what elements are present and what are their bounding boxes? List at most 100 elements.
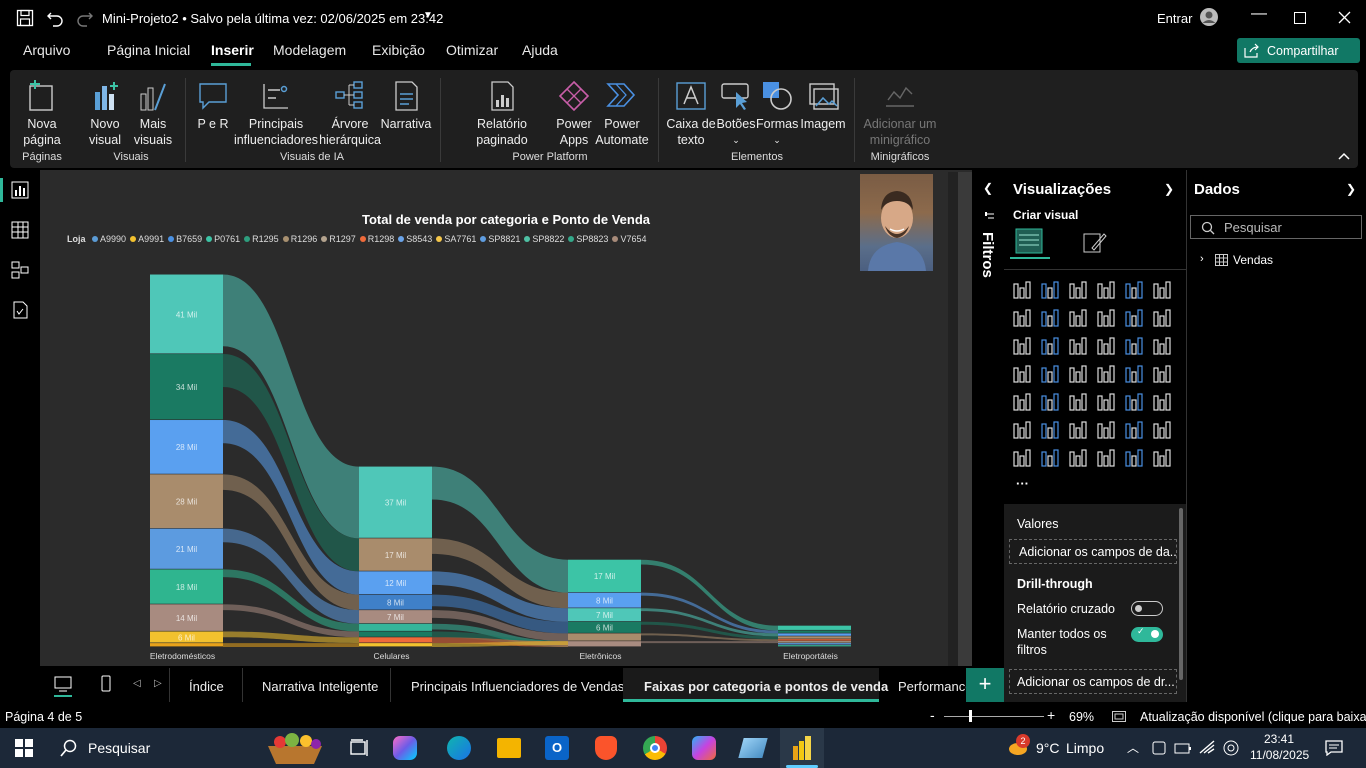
- line-chart-icon[interactable]: [1012, 308, 1032, 328]
- clock-time[interactable]: 23:41: [1264, 732, 1294, 746]
- python-visual-icon[interactable]: [1012, 420, 1032, 440]
- file-explorer-icon[interactable]: [497, 738, 521, 758]
- card-icon[interactable]: [1152, 364, 1172, 384]
- build-visual-tab[interactable]: [1010, 225, 1050, 259]
- multi-card-icon[interactable]: [1012, 392, 1032, 412]
- gauge-icon[interactable]: [1124, 364, 1144, 384]
- sankey-node-segment[interactable]: [778, 639, 851, 641]
- notifications-icon[interactable]: [1325, 740, 1343, 756]
- taskbar-search[interactable]: Pesquisar: [48, 728, 328, 768]
- slicer-icon[interactable]: [1068, 392, 1088, 412]
- power-apps-visual-icon[interactable]: [1040, 448, 1060, 468]
- qa-button[interactable]: P e R: [196, 80, 230, 132]
- sankey-node-segment[interactable]: [359, 631, 432, 637]
- tab-pagina-inicial[interactable]: Página Inicial: [107, 42, 190, 58]
- table-vendas[interactable]: › Vendas: [1200, 253, 1340, 271]
- paginated-icon[interactable]: [1012, 448, 1032, 468]
- page-tab-narrativa[interactable]: Narrativa Inteligente: [262, 679, 378, 694]
- stacked-area-icon[interactable]: [1096, 308, 1116, 328]
- azure-map-icon[interactable]: [1096, 364, 1116, 384]
- stacked-column-icon[interactable]: [1040, 280, 1060, 300]
- area-chart-icon[interactable]: [1040, 308, 1060, 328]
- vis-pane-scrollbar[interactable]: [1179, 508, 1183, 680]
- chevron-right-icon[interactable]: ❯: [1164, 182, 1174, 196]
- sankey-node-segment[interactable]: [778, 625, 851, 630]
- weather-text[interactable]: Limpo: [1066, 740, 1104, 756]
- data-search-input[interactable]: Pesquisar: [1190, 215, 1362, 239]
- windows-start-icon[interactable]: [15, 739, 33, 757]
- sankey-flow[interactable]: [223, 643, 359, 647]
- update-available-link[interactable]: Atualização disponível (clique para baix…: [1140, 710, 1366, 724]
- pie-icon[interactable]: [1096, 336, 1116, 356]
- redo-icon[interactable]: [76, 9, 94, 27]
- image-button[interactable]: Imagem: [800, 80, 846, 132]
- add-page-button[interactable]: +: [966, 668, 1004, 702]
- tab-ajuda[interactable]: Ajuda: [522, 42, 558, 58]
- weather-temp[interactable]: 9°C: [1036, 740, 1060, 756]
- outlook-icon[interactable]: O: [545, 736, 569, 760]
- power-automate-visual-icon[interactable]: [1068, 448, 1088, 468]
- format-visual-icon[interactable]: [1082, 230, 1108, 256]
- 100pct-bar-icon[interactable]: [1124, 280, 1144, 300]
- sankey-node-segment[interactable]: [359, 637, 432, 643]
- key-influencers-icon[interactable]: [1040, 420, 1060, 440]
- save-icon[interactable]: [16, 9, 34, 27]
- tab-prev-icon[interactable]: ◁: [133, 678, 141, 689]
- qa-visual-icon[interactable]: [1096, 420, 1116, 440]
- zoom-slider[interactable]: [944, 716, 1044, 717]
- line-column-icon[interactable]: [1068, 308, 1088, 328]
- buttons-button[interactable]: Botões ⌄: [716, 80, 756, 148]
- tab-exibicao[interactable]: Exibição: [372, 42, 425, 58]
- share-button[interactable]: Compartilhar: [1237, 38, 1360, 63]
- page-tab-faixas[interactable]: Faixas por categoria e pontos de venda: [644, 679, 888, 694]
- sankey-node-segment[interactable]: [778, 645, 851, 647]
- cross-report-toggle[interactable]: [1131, 601, 1163, 616]
- line-clustered-icon[interactable]: [1012, 336, 1032, 356]
- r-visual-icon[interactable]: [1152, 392, 1172, 412]
- power-apps-icon[interactable]: [1124, 448, 1144, 468]
- zoom-in-icon[interactable]: +: [1047, 707, 1055, 723]
- report-view-icon[interactable]: [11, 181, 29, 199]
- weather-widget[interactable]: 2: [1005, 734, 1030, 759]
- filters-pane-collapsed[interactable]: ❮ Filtros: [972, 170, 1004, 702]
- m365-icon[interactable]: [692, 736, 716, 760]
- page-tab-indice[interactable]: Índice: [189, 679, 224, 694]
- keep-filters-toggle[interactable]: ✓: [1131, 626, 1163, 642]
- sankey-node-segment[interactable]: [568, 641, 641, 647]
- chevron-left-icon[interactable]: ❮: [983, 181, 993, 195]
- power-automate-button[interactable]: Power Automate: [594, 80, 650, 148]
- tab-arquivo[interactable]: Arquivo: [23, 42, 70, 58]
- brave-icon[interactable]: [595, 736, 617, 760]
- zoom-level[interactable]: 69%: [1069, 710, 1094, 724]
- close-icon[interactable]: [1338, 11, 1351, 24]
- funnel-icon[interactable]: [1040, 336, 1060, 356]
- table-view-icon[interactable]: [11, 221, 29, 239]
- clustered-bar-icon[interactable]: [1068, 280, 1088, 300]
- tray-chevron-icon[interactable]: ︿: [1127, 739, 1139, 756]
- map-icon[interactable]: [1040, 364, 1060, 384]
- maximize-icon[interactable]: [1294, 12, 1306, 24]
- canvas-scrollbar[interactable]: [948, 172, 958, 666]
- more-visuals-button[interactable]: Mais visuais: [128, 80, 178, 148]
- data-pane-expand-icon[interactable]: ❯: [1346, 182, 1356, 196]
- treemap-icon[interactable]: [1152, 336, 1172, 356]
- minimize-icon[interactable]: —: [1251, 5, 1267, 23]
- tab-inserir[interactable]: Inserir: [211, 42, 254, 58]
- sankey-node-segment[interactable]: [778, 633, 851, 636]
- values-well[interactable]: Adicionar os campos de da...: [1009, 539, 1177, 564]
- drill-through-well[interactable]: Adicionar os campos de dr...: [1009, 669, 1177, 694]
- decomposition-tree-button[interactable]: Árvore hierárquica: [316, 80, 384, 148]
- page-tab-performance[interactable]: Performance: [898, 679, 972, 694]
- tab-otimizar[interactable]: Otimizar: [446, 42, 498, 58]
- avatar-icon[interactable]: [1199, 7, 1219, 27]
- key-influencers-button[interactable]: Principais influenciadores: [232, 80, 320, 148]
- chrome-icon[interactable]: [643, 736, 667, 760]
- powerbi-icon[interactable]: [791, 736, 813, 760]
- sankey-node-segment[interactable]: [778, 630, 851, 633]
- clustered-column-icon[interactable]: [1096, 280, 1116, 300]
- chevron-down-icon[interactable]: ▼: [423, 10, 433, 21]
- matrix-icon[interactable]: [1012, 364, 1032, 384]
- power-automate-icon[interactable]: [1152, 448, 1172, 468]
- sankey-flow[interactable]: [641, 641, 778, 644]
- trophy-icon[interactable]: [1152, 420, 1172, 440]
